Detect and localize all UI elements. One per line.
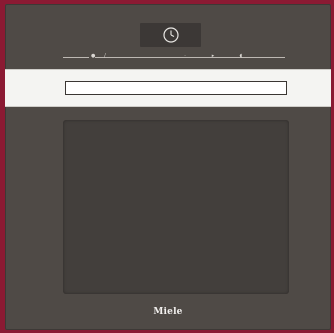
- power-icon[interactable]: ●: [91, 54, 95, 59]
- door-handle[interactable]: [65, 81, 287, 95]
- brand-logo: Miele: [153, 307, 183, 317]
- timer-icon[interactable]: ◖: [239, 54, 243, 59]
- control-line-right: [95, 57, 285, 58]
- control-line-left: [63, 57, 89, 58]
- oven-front: ● / · ▸ ◖ Miele: [5, 4, 331, 330]
- oven-window: [63, 120, 289, 294]
- menu-icon[interactable]: /: [103, 54, 107, 59]
- door-handle-band: [5, 70, 331, 106]
- light-icon[interactable]: ·: [183, 54, 187, 59]
- oven-display[interactable]: [140, 23, 201, 47]
- clock-icon: [163, 27, 179, 43]
- control-strip: ● / · ▸ ◖: [63, 54, 285, 60]
- play-icon[interactable]: ▸: [211, 54, 215, 59]
